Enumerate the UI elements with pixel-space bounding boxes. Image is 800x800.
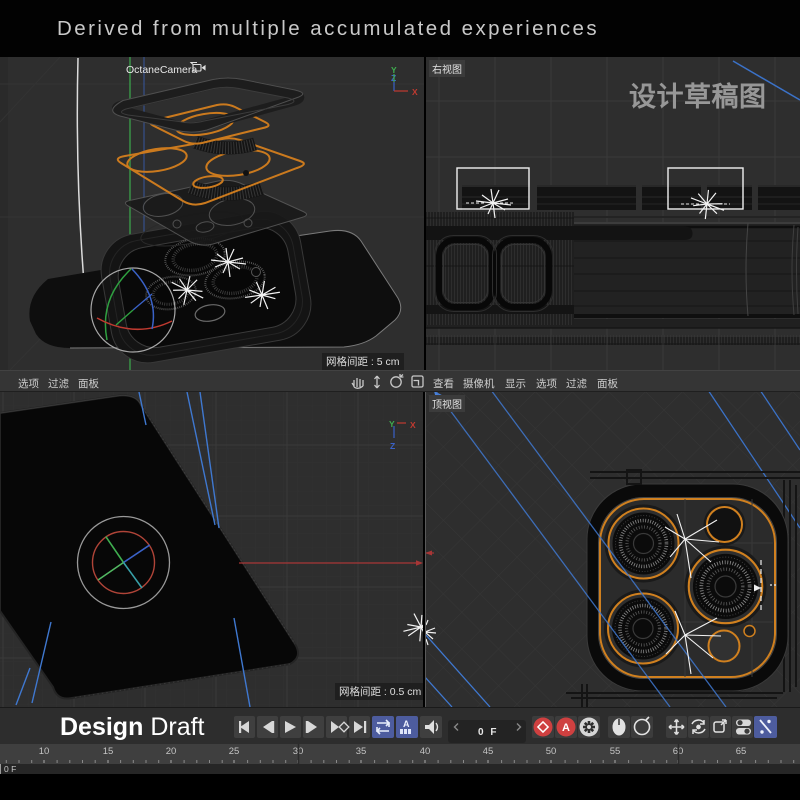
svg-text:Z: Z <box>390 441 395 451</box>
svg-text:X: X <box>412 87 418 97</box>
svg-text:A: A <box>562 722 570 734</box>
svg-text:X: X <box>410 420 416 430</box>
svg-text:A: A <box>403 719 410 729</box>
svg-text:0 F: 0 F <box>478 727 498 738</box>
svg-text:OctaneCamera: OctaneCamera <box>126 64 197 76</box>
svg-text:设计草稿图: 设计草稿图 <box>629 81 767 112</box>
